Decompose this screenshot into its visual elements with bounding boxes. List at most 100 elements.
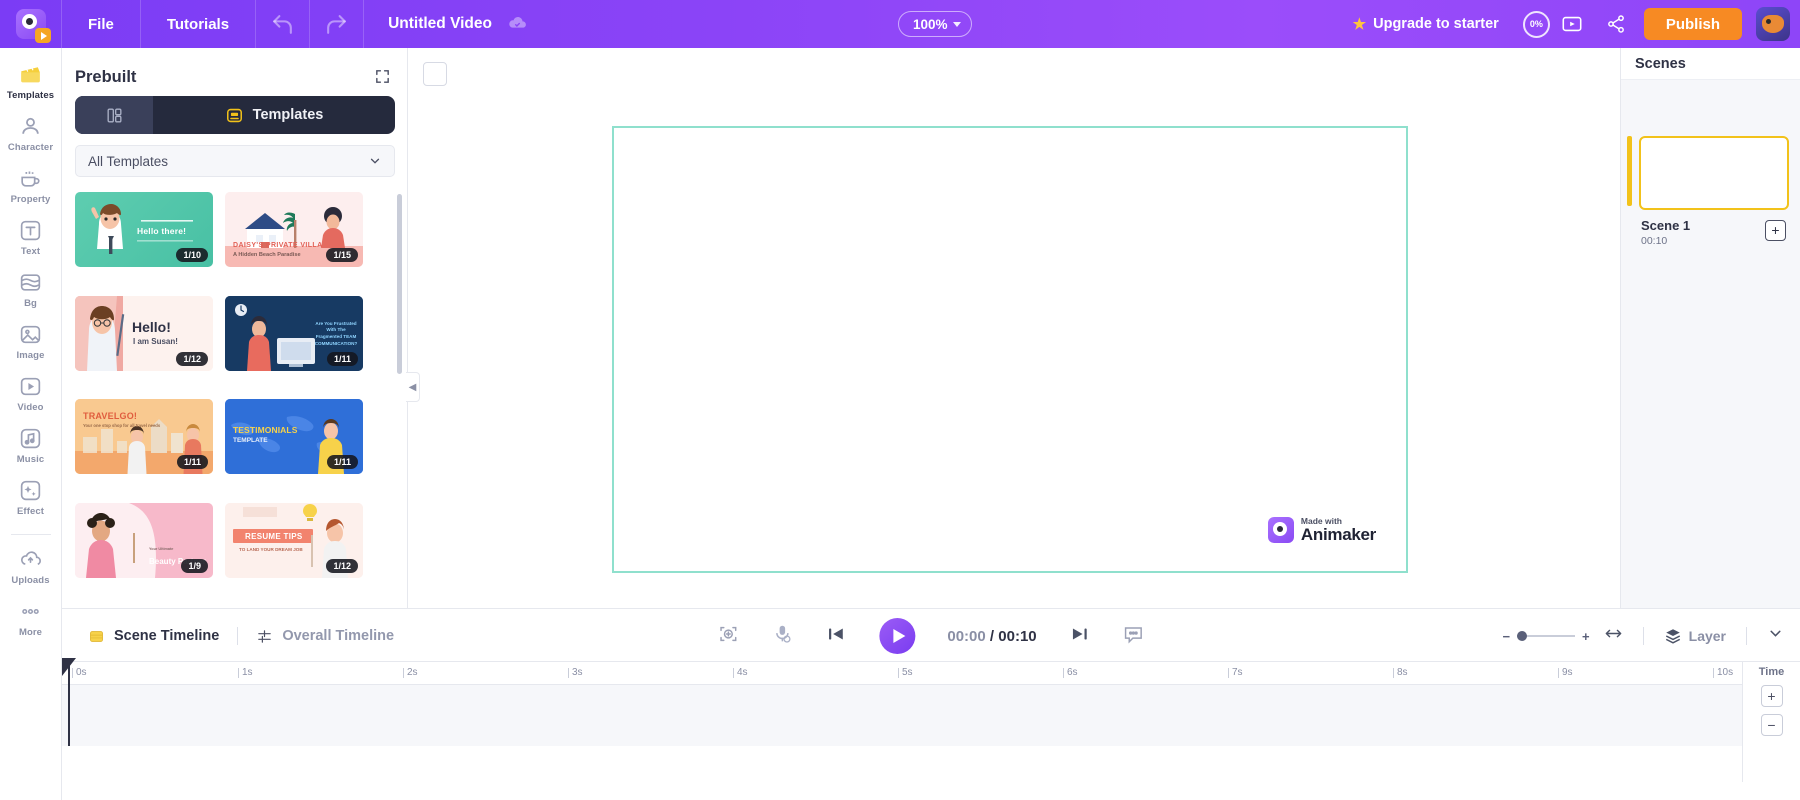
top-bar: File Tutorials Untitled Video 100% ★ Upg… <box>0 0 1800 48</box>
sidebar-item-text[interactable]: Text <box>0 218 62 257</box>
sidebar-item-character[interactable]: Character <box>0 114 62 153</box>
menu-tutorials[interactable]: Tutorials <box>141 0 257 48</box>
usage-percent-ring[interactable]: 0% <box>1522 10 1550 38</box>
template-title: TRAVELGO! <box>83 411 138 421</box>
cloud-check-glyph <box>509 17 526 28</box>
scene-thumbnail[interactable] <box>1639 136 1789 210</box>
sidebar-label-bg: Bg <box>24 298 37 309</box>
template-card[interactable]: TESTIMONIALS TEMPLATE 1/11 <box>225 399 363 474</box>
sidebar-item-templates[interactable]: Templates <box>0 62 62 101</box>
fit-width-button[interactable] <box>1604 624 1623 648</box>
tab-layouts[interactable] <box>75 96 153 134</box>
template-card[interactable]: Hello there! 1/10 <box>75 192 213 267</box>
template-scrollbar[interactable] <box>397 194 402 374</box>
cloud-saved-icon <box>506 13 528 35</box>
ruler-tick: 4s <box>733 667 748 678</box>
layer-button[interactable]: Layer <box>1664 627 1726 645</box>
user-avatar[interactable] <box>1756 7 1790 41</box>
collapse-panel-arrow-icon[interactable]: ◀ <box>406 372 420 402</box>
frame-select-icon[interactable] <box>423 62 447 86</box>
microphone-button[interactable] <box>771 623 793 650</box>
upgrade-to-starter-button[interactable]: ★ Upgrade to starter <box>1347 15 1505 33</box>
animaker-logo-icon <box>15 9 51 43</box>
sidebar-item-bg[interactable]: Bg <box>0 270 62 309</box>
tab-templates[interactable]: Templates <box>153 96 395 134</box>
tab-scene-timeline[interactable]: Scene Timeline <box>76 628 231 645</box>
decrease-duration-button[interactable]: − <box>1760 714 1783 736</box>
timeline-ruler[interactable]: 0s 1s 2s 3s 4s 5s 6s 7s 8s 9s 10s <box>62 662 1742 684</box>
panel-tab-group: Templates <box>75 96 395 134</box>
subtitles-button[interactable] <box>1123 623 1145 650</box>
increase-duration-button[interactable]: + <box>1760 685 1783 707</box>
timeline-right-divider-2 <box>1746 627 1747 645</box>
timeline-zoom-slider[interactable]: − + <box>1502 629 1589 644</box>
app-logo[interactable] <box>0 0 62 48</box>
canvas-zoom-selector[interactable]: 100% <box>898 11 972 37</box>
scene-active-marker <box>1627 136 1632 206</box>
skip-previous-button[interactable] <box>825 623 847 650</box>
scenes-list: Scene 1 00:10 + <box>1621 80 1800 608</box>
layer-label: Layer <box>1688 628 1726 644</box>
expand-panel-button[interactable] <box>374 68 391 90</box>
sidebar-item-music[interactable]: Music <box>0 426 62 465</box>
sidebar-item-image[interactable]: Image <box>0 322 62 361</box>
timeline-playhead[interactable] <box>62 658 76 746</box>
template-badge: 1/12 <box>326 558 358 573</box>
template-subtitle: I am Susan! <box>133 336 178 346</box>
template-subtitle: Your Ultimate <box>149 546 174 551</box>
upgrade-label: Upgrade to starter <box>1373 16 1499 32</box>
zoom-slider-track[interactable] <box>1517 631 1576 641</box>
present-button[interactable] <box>1550 0 1594 48</box>
sidebar-item-property[interactable]: Property <box>0 166 62 205</box>
animaker-watermark: Made with Animaker <box>1267 517 1376 543</box>
left-tool-rail: Templates Character Property Text Bg Ima… <box>0 48 62 800</box>
time-column-label: Time <box>1758 666 1785 678</box>
add-keyframe-button[interactable] <box>717 623 739 650</box>
template-card[interactable]: Are You Frustrated With The Fragmented T… <box>225 295 363 371</box>
uploads-icon <box>21 551 41 565</box>
template-badge: 1/15 <box>326 248 358 262</box>
video-icon <box>20 377 41 396</box>
sidebar-label-character: Character <box>7 142 54 153</box>
add-keyframe-icon <box>720 626 737 641</box>
timeline-expand-button[interactable] <box>1767 625 1784 647</box>
template-card[interactable]: Hello! I am Susan! 1/12 <box>75 295 213 371</box>
publish-button[interactable]: Publish <box>1643 8 1742 40</box>
ruler-tick: 8s <box>1393 667 1408 678</box>
sidebar-item-video[interactable]: Video <box>0 374 62 413</box>
sidebar-item-effect[interactable]: Effect <box>0 478 62 517</box>
template-card[interactable]: RESUME TIPS TO LAND YOUR DREAM JOB 1/12 <box>225 502 363 578</box>
share-button[interactable] <box>1594 0 1638 48</box>
timeline-track-lane[interactable] <box>62 684 1742 746</box>
template-filter-select[interactable]: All Templates <box>75 145 395 177</box>
play-button[interactable] <box>879 618 916 654</box>
template-title: Hello there! <box>137 226 187 236</box>
property-icon <box>21 171 40 187</box>
template-title: Hello! <box>132 318 171 335</box>
template-card[interactable]: Your Ultimate Beauty Partner 1/9 <box>75 502 213 578</box>
sidebar-label-text: Text <box>20 246 41 257</box>
sidebar-label-effect: Effect <box>17 506 44 517</box>
undo-button[interactable] <box>256 0 311 48</box>
tab-templates-label: Templates <box>252 107 324 123</box>
sidebar-item-more[interactable]: More <box>0 599 62 638</box>
sidebar-label-uploads: Uploads <box>11 575 50 586</box>
template-badge: 1/12 <box>176 351 208 366</box>
sidebar-item-uploads[interactable]: Uploads <box>0 547 62 586</box>
menu-file[interactable]: File <box>62 0 141 48</box>
templates-icon <box>21 66 40 83</box>
layers-icon <box>1665 629 1680 644</box>
add-scene-button[interactable]: + <box>1765 220 1786 241</box>
ruler-tick: 10s <box>1712 667 1734 678</box>
skip-next-button[interactable] <box>1069 623 1091 650</box>
template-filter-value: All Templates <box>88 153 169 169</box>
template-title: Are You Frustrated With The Fragmented T… <box>314 320 358 347</box>
tab-overall-timeline[interactable]: Overall Timeline <box>244 628 406 645</box>
scene-name: Scene 1 <box>1641 218 1691 233</box>
template-card[interactable]: DAISY'S PRIVATE VILLA A Hidden Beach Par… <box>225 192 363 267</box>
template-card[interactable]: TRAVELGO! Your one stop shop for all tra… <box>75 399 213 474</box>
video-stage[interactable]: Made with Animaker <box>612 126 1408 573</box>
redo-button[interactable] <box>310 0 365 48</box>
project-title[interactable]: Untitled Video <box>364 15 506 33</box>
zoom-slider-knob[interactable] <box>1517 631 1528 641</box>
